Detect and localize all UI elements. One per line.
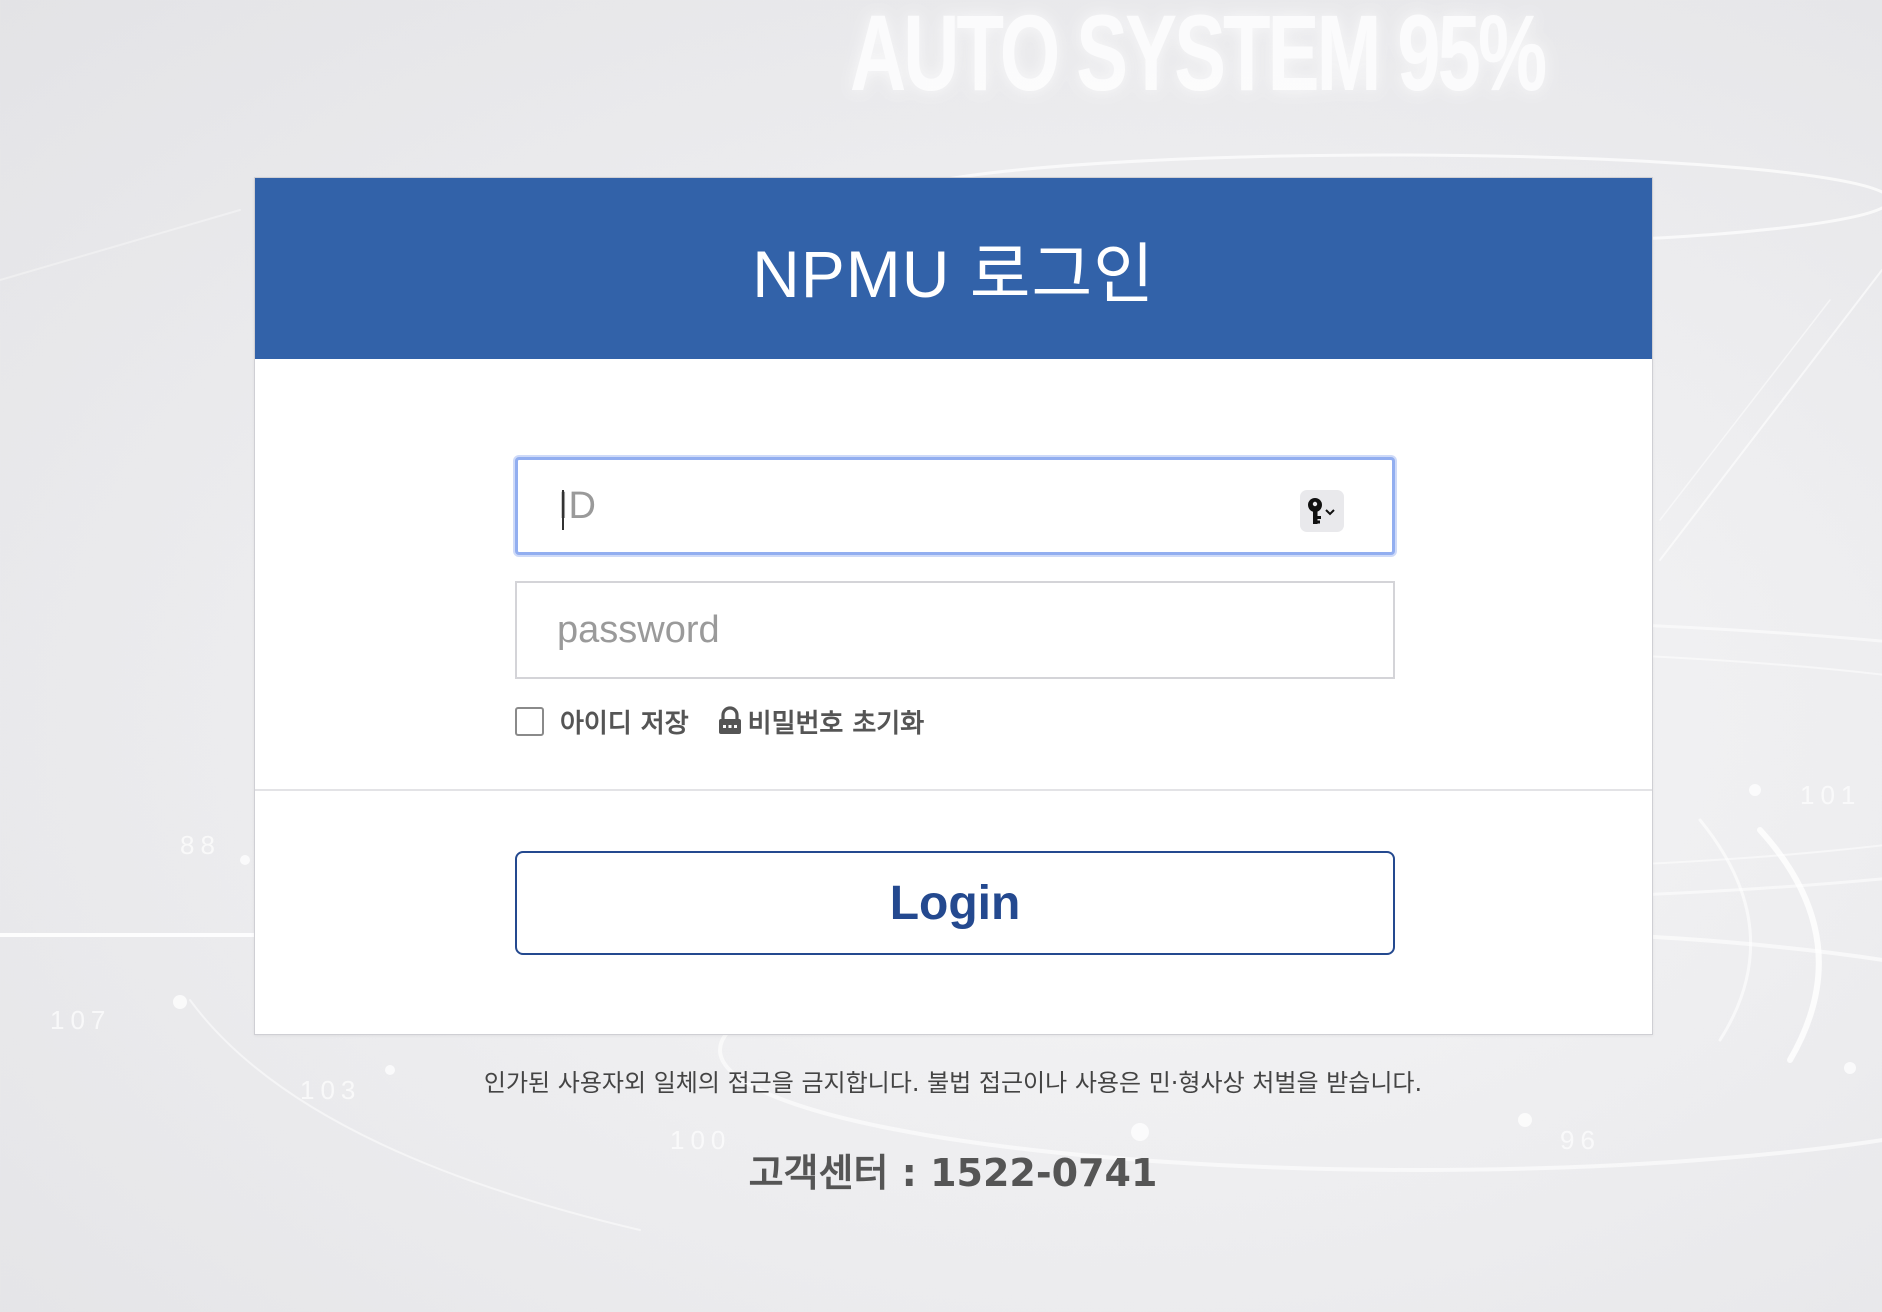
panel-divider [255,789,1652,791]
password-field-wrapper [515,581,1395,679]
text-caret [562,490,564,530]
page-title: NPMU 로그인 [752,236,1155,311]
background-tick: 101 [1800,780,1862,810]
autofill-key-button[interactable] [1300,490,1344,532]
lock-icon [718,706,741,734]
access-notice: 인가된 사용자외 일체의 접근을 금지합니다. 불법 접근이나 사용은 민·형사… [483,1069,1423,1097]
background-tick: 107 [50,1005,112,1035]
id-field-wrapper [515,457,1395,555]
save-id-checkbox[interactable] [515,706,544,736]
login-options: 아이디 저장 비밀번호 초기화 [515,701,924,741]
key-icon [1308,498,1335,524]
reset-password-link[interactable]: 비밀번호 초기화 [717,703,925,740]
login-button[interactable]: Login [515,851,1395,955]
background-headline: AUTO SYSTEM 95% [850,0,1547,113]
save-id-label[interactable]: 아이디 저장 [560,703,689,740]
password-input[interactable] [517,583,1393,677]
background-tick: 88 [180,830,221,860]
login-panel-header: NPMU 로그인 [255,178,1652,359]
customer-support-phone: 고객센터 : 1522-0741 [748,1151,1158,1195]
id-input[interactable] [518,460,1392,552]
reset-password-label: 비밀번호 초기화 [747,708,925,739]
login-panel: NPMU 로그인 아이디 저장 [254,177,1653,1035]
